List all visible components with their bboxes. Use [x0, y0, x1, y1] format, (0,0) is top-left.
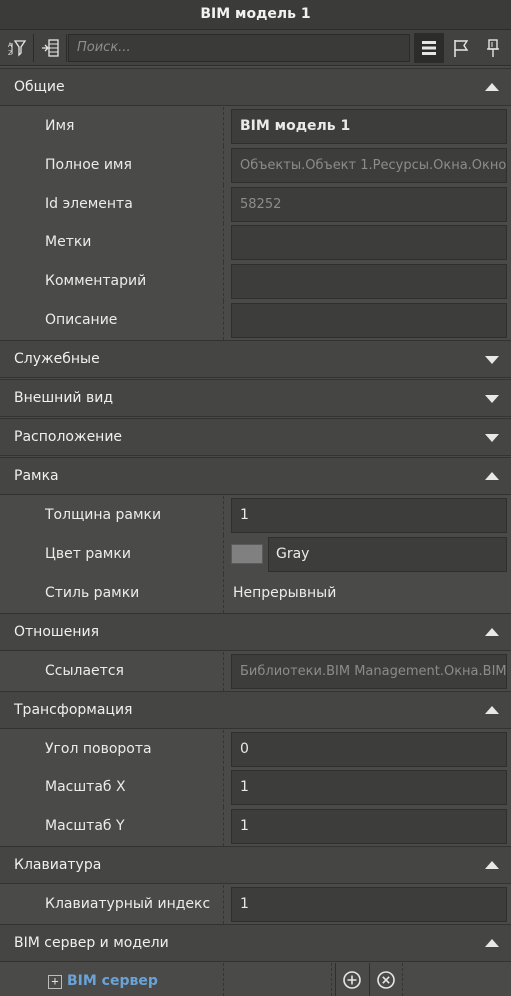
element-id-field: 58252 — [231, 187, 507, 222]
pin-icon — [487, 39, 499, 57]
description-field[interactable] — [231, 303, 507, 338]
property-row-tags: Метки — [0, 223, 511, 262]
property-row-rotation: Угол поворота 0 — [0, 730, 511, 769]
property-label: Цвет рамки — [45, 546, 131, 562]
expand-arrow-icon[interactable] — [485, 395, 499, 403]
bim-server-link[interactable]: BIM сервер — [67, 973, 158, 989]
pin-button[interactable] — [478, 33, 508, 63]
property-row-frame-style: Стиль рамки Непрерывный — [0, 574, 511, 613]
color-swatch[interactable] — [231, 544, 263, 564]
expand-plus-icon[interactable]: + — [48, 975, 62, 989]
section-bim-header[interactable]: BIM сервер и модели — [0, 924, 511, 962]
flag-icon — [454, 40, 469, 57]
section-general-header[interactable]: Общие — [0, 68, 511, 106]
frame-thickness-field[interactable]: 1 — [231, 498, 507, 533]
property-label: Масштаб X — [45, 779, 126, 795]
section-location-title: Расположение — [14, 429, 123, 445]
property-row-frame-thickness: Толщина рамки 1 — [0, 496, 511, 535]
collapse-arrow-icon[interactable] — [485, 628, 499, 636]
property-row-description: Описание — [0, 301, 511, 340]
section-general-title: Общие — [14, 79, 65, 95]
section-transform-header[interactable]: Трансформация — [0, 691, 511, 729]
toolbar: A Z Поиск... — [0, 30, 511, 66]
section-location-header[interactable]: Расположение — [0, 418, 511, 456]
collapse-arrow-icon[interactable] — [485, 472, 499, 480]
property-label: Толщина рамки — [45, 507, 162, 523]
property-row-refers: Ссылается Библиотеки.BIM Management.Окна… — [0, 652, 511, 691]
property-label: Масштаб Y — [45, 818, 125, 834]
property-row-full-name: Полное имя Объекты.Объект 1.Ресурсы.Окна… — [0, 146, 511, 185]
property-label: Клавиатурный индекс — [45, 896, 211, 912]
property-label: Метки — [45, 234, 92, 250]
section-keyboard-title: Клавиатура — [14, 857, 102, 873]
property-row-scale-x: Масштаб X 1 — [0, 768, 511, 807]
frame-color-field[interactable]: Gray — [268, 537, 507, 572]
collapse-button[interactable] — [35, 33, 65, 63]
collapse-arrow-icon[interactable] — [485, 939, 499, 947]
search-input[interactable]: Поиск... — [68, 34, 410, 62]
expand-arrow-icon[interactable] — [485, 434, 499, 442]
section-bim-title: BIM сервер и модели — [14, 935, 169, 951]
property-row-comment: Комментарий — [0, 262, 511, 301]
tags-field[interactable] — [231, 225, 507, 260]
add-button[interactable] — [335, 963, 368, 996]
property-label: Угол поворота — [45, 741, 152, 757]
section-transform-title: Трансформация — [14, 702, 133, 718]
property-label: Имя — [45, 118, 75, 134]
refers-field: Библиотеки.BIM Management.Окна.BIM — [231, 654, 507, 689]
remove-button[interactable] — [369, 963, 402, 996]
section-relations-header[interactable]: Отношения — [0, 613, 511, 651]
property-row-keyboard-index: Клавиатурный индекс 1 — [0, 885, 511, 924]
frame-style-select[interactable]: Непрерывный — [233, 574, 336, 613]
collapse-arrow-icon[interactable] — [485, 706, 499, 714]
add-circle-icon — [343, 970, 361, 989]
section-keyboard-header[interactable]: Клавиатура — [0, 846, 511, 884]
section-service-header[interactable]: Служебные — [0, 340, 511, 378]
expand-arrow-icon[interactable] — [485, 356, 499, 364]
property-row-name: Имя BIM модель 1 — [0, 107, 511, 146]
property-label: Полное имя — [45, 157, 132, 173]
collapse-arrow-icon[interactable] — [485, 861, 499, 869]
sort-filter-icon: A Z — [8, 40, 27, 57]
property-label: Описание — [45, 312, 118, 328]
collapse-icon — [42, 39, 59, 57]
section-service-title: Служебные — [14, 351, 100, 367]
keyboard-index-field[interactable]: 1 — [231, 887, 507, 922]
rotation-field[interactable]: 0 — [231, 732, 507, 767]
sort-filter-button[interactable]: A Z — [2, 33, 32, 63]
section-appearance-title: Внешний вид — [14, 390, 114, 406]
scale-x-field[interactable]: 1 — [231, 770, 507, 805]
property-row-scale-y: Масштаб Y 1 — [0, 807, 511, 846]
bim-server-row: + BIM сервер — [0, 963, 511, 996]
property-label: Стиль рамки — [45, 585, 140, 601]
property-label: Ссылается — [45, 663, 124, 679]
comment-field[interactable] — [231, 264, 507, 299]
scale-y-field[interactable]: 1 — [231, 809, 507, 844]
section-relations-title: Отношения — [14, 624, 99, 640]
list-view-icon — [422, 41, 436, 55]
window-title: BIM модель 1 — [0, 0, 511, 30]
property-label: Id элемента — [45, 196, 133, 212]
property-row-element-id: Id элемента 58252 — [0, 185, 511, 224]
flag-button[interactable] — [446, 33, 476, 63]
collapse-arrow-icon[interactable] — [485, 83, 499, 91]
list-view-button[interactable] — [414, 33, 444, 63]
property-label: Комментарий — [45, 273, 147, 289]
name-field[interactable]: BIM модель 1 — [231, 109, 507, 144]
section-appearance-header[interactable]: Внешний вид — [0, 379, 511, 417]
property-row-frame-color: Цвет рамки Gray — [0, 535, 511, 574]
full-name-field: Объекты.Объект 1.Ресурсы.Окна.Окно — [231, 148, 507, 183]
section-frame-header[interactable]: Рамка — [0, 457, 511, 495]
remove-circle-icon — [377, 970, 395, 989]
section-frame-title: Рамка — [14, 468, 59, 484]
